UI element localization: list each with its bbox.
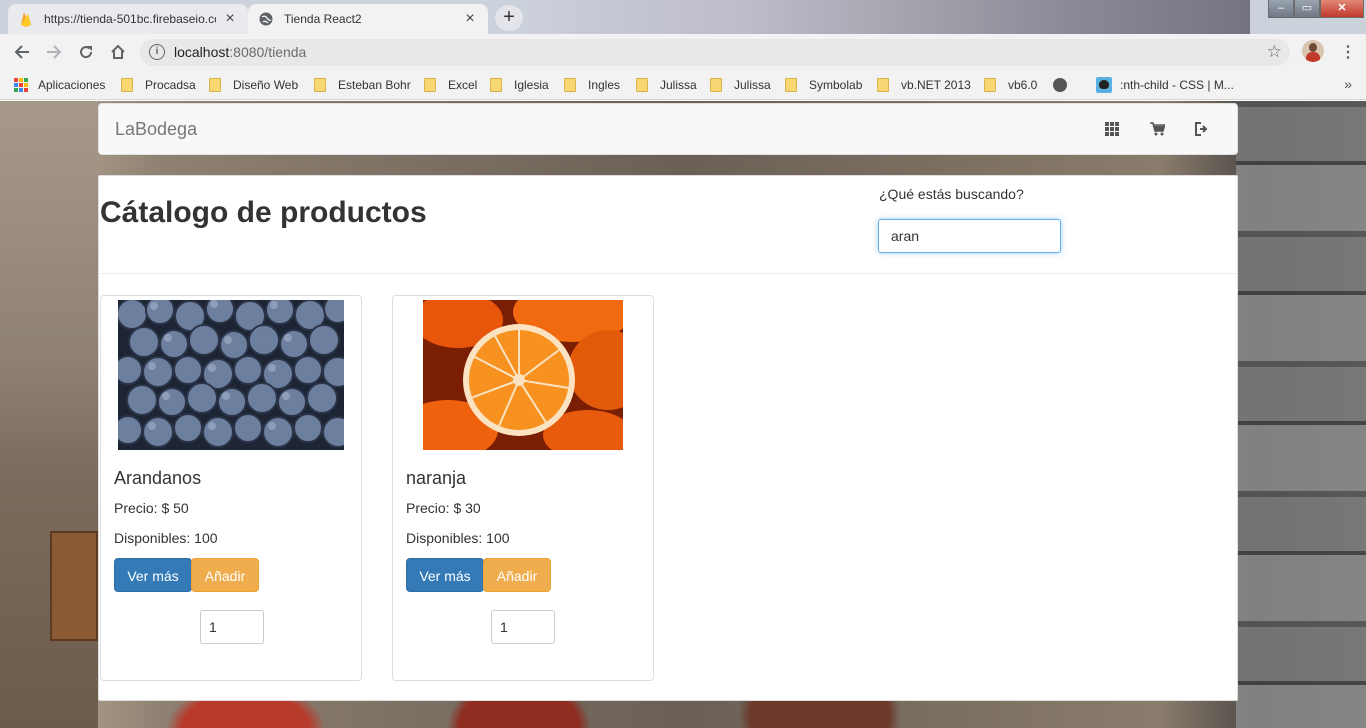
reload-icon[interactable] <box>76 42 96 62</box>
bookmark-globe[interactable] <box>1053 76 1067 94</box>
bookmark-star-icon[interactable]: ☆ <box>1267 42 1282 62</box>
bookmark-label: Iglesia <box>514 78 549 92</box>
minimize-button[interactable]: – <box>1268 0 1294 18</box>
grid-icon[interactable] <box>1103 120 1121 138</box>
address-bar[interactable]: i localhost:8080/tienda ☆ <box>140 39 1290 66</box>
folder-icon <box>121 78 133 92</box>
url-host: localhost <box>174 44 230 60</box>
folder-icon <box>785 78 797 92</box>
search-label: ¿Qué estás buscando? <box>879 186 1024 202</box>
browser-toolbar: i localhost:8080/tienda ☆ <box>0 34 1366 70</box>
product-stock: Disponibles: 100 <box>406 530 510 546</box>
bookmark-folder[interactable]: vb.NET 2013 <box>877 76 971 94</box>
home-icon[interactable] <box>108 42 128 62</box>
search-input[interactable] <box>878 219 1061 253</box>
background-crate <box>50 531 98 641</box>
add-to-cart-button[interactable]: Añadir <box>191 558 259 592</box>
header-divider <box>99 273 1237 274</box>
back-arrow-icon[interactable] <box>12 42 32 62</box>
tab-close-icon[interactable]: × <box>222 11 238 27</box>
bookmark-folder[interactable]: Julissa <box>710 76 771 94</box>
forward-arrow-icon[interactable] <box>44 42 64 62</box>
background-shelf-right <box>1236 101 1366 728</box>
new-tab-button[interactable]: + <box>495 5 523 31</box>
browser-tab-firebase[interactable]: https://tienda-501bc.firebaseio.com × <box>8 4 248 34</box>
folder-icon <box>984 78 996 92</box>
bookmark-label: Julissa <box>660 78 697 92</box>
product-name: Arandanos <box>114 468 202 488</box>
folder-icon <box>490 78 502 92</box>
bookmarks-bar: Aplicaciones Procadsa Diseño Web Esteban… <box>0 70 1366 100</box>
browser-tab-tienda[interactable]: Tienda React2 × <box>248 4 488 34</box>
folder-icon <box>877 78 889 92</box>
bookmark-label: :nth-child - CSS | M... <box>1120 78 1234 92</box>
bookmark-label: Diseño Web <box>233 78 299 92</box>
url-text[interactable]: localhost:8080/tienda <box>174 44 306 60</box>
bookmark-folder[interactable]: Julissa <box>636 76 697 94</box>
cart-icon[interactable] <box>1148 120 1166 138</box>
folder-icon <box>314 78 326 92</box>
browser-tab-strip: https://tienda-501bc.firebaseio.com × Ti… <box>0 0 1366 34</box>
bookmark-folder[interactable]: Diseño Web <box>209 76 298 94</box>
brand-link[interactable]: LaBodega <box>115 119 197 140</box>
bookmark-folder[interactable]: Esteban Bohr <box>314 76 411 94</box>
bookmark-label: Julissa <box>734 78 771 92</box>
bookmark-label: vb.NET 2013 <box>901 78 971 92</box>
logout-icon[interactable] <box>1192 120 1210 138</box>
menu-kebab-icon[interactable]: ⋮ <box>1340 42 1356 62</box>
product-stock: Disponibles: 100 <box>114 530 218 546</box>
add-to-cart-button[interactable]: Añadir <box>483 558 551 592</box>
bookmark-folder[interactable]: Symbolab <box>785 76 862 94</box>
folder-icon <box>710 78 722 92</box>
bookmark-label: vb6.0 <box>1008 78 1038 92</box>
url-path: :8080/tienda <box>229 44 307 60</box>
tab-strip-background <box>530 0 1250 34</box>
bookmark-label: Symbolab <box>809 78 863 92</box>
quantity-input[interactable] <box>491 610 555 644</box>
apps-grid-icon <box>14 78 28 92</box>
maximize-button[interactable]: ▭ <box>1294 0 1320 18</box>
bookmark-label: Esteban Bohr <box>338 78 411 92</box>
bookmark-folder[interactable]: Excel <box>424 76 477 94</box>
folder-icon <box>564 78 576 92</box>
globe-icon <box>1053 78 1067 92</box>
product-image-blueberries <box>118 300 344 450</box>
profile-avatar[interactable] <box>1302 40 1324 62</box>
window-controls: – ▭ ✕ <box>1268 0 1364 18</box>
bookmark-folder[interactable]: Procadsa <box>121 76 196 94</box>
bookmark-mdn[interactable]: :nth-child - CSS | M... <box>1096 76 1234 94</box>
page-title: Cátalogo de productos <box>100 196 427 229</box>
see-more-button[interactable]: Ver más <box>114 558 192 592</box>
close-window-button[interactable]: ✕ <box>1320 0 1364 18</box>
mdn-icon <box>1096 77 1112 93</box>
see-more-button[interactable]: Ver más <box>406 558 484 592</box>
product-price: Precio: $ 50 <box>114 500 189 516</box>
tab-title: Tienda React2 <box>284 12 362 26</box>
product-card: naranja Precio: $ 30 Disponibles: 100 Ve… <box>392 295 654 681</box>
folder-icon <box>636 78 648 92</box>
bookmark-label: Ingles <box>588 78 621 92</box>
bookmark-apps[interactable]: Aplicaciones <box>14 76 105 94</box>
bookmark-label: Procadsa <box>145 78 196 92</box>
product-price: Precio: $ 30 <box>406 500 481 516</box>
tab-close-icon[interactable]: × <box>462 11 478 27</box>
globe-icon <box>258 11 274 27</box>
bookmark-folder[interactable]: Iglesia <box>490 76 549 94</box>
product-image-orange <box>423 300 623 450</box>
site-info-icon[interactable]: i <box>149 44 165 60</box>
quantity-input[interactable] <box>200 610 264 644</box>
bookmarks-overflow-icon[interactable]: » <box>1344 76 1352 92</box>
folder-icon <box>209 78 221 92</box>
tab-title: https://tienda-501bc.firebaseio.com <box>44 12 216 26</box>
catalog-panel: Cátalogo de productos ¿Qué estás buscand… <box>98 175 1238 701</box>
firebase-icon <box>18 11 34 27</box>
bookmark-folder[interactable]: Ingles <box>564 76 620 94</box>
folder-icon <box>424 78 436 92</box>
product-name: naranja <box>406 468 467 488</box>
bookmark-folder[interactable]: vb6.0 <box>984 76 1037 94</box>
product-card: Arandanos Precio: $ 50 Disponibles: 100 … <box>100 295 362 681</box>
bookmark-label: Aplicaciones <box>38 78 106 92</box>
bookmark-label: Excel <box>448 78 478 92</box>
app-navbar: LaBodega <box>98 103 1238 155</box>
